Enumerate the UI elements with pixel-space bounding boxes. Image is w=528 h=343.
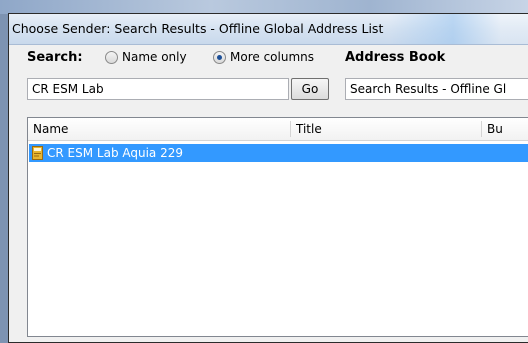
contact-name: CR ESM Lab Aquia 229 <box>47 146 183 160</box>
title-bar[interactable]: Choose Sender: Search Results - Offline … <box>9 14 528 45</box>
address-card-icon <box>32 146 43 160</box>
list-header: Name Title Bu <box>28 118 528 141</box>
search-label: Search: <box>27 50 83 65</box>
column-header-business-phone[interactable]: Bu <box>482 118 528 140</box>
search-options-row: Search: Name only More columns Address B… <box>0 50 528 70</box>
results-list[interactable]: Name Title Bu CR ESM Lab Aquia 229 <box>27 117 528 337</box>
title-bar-gloss <box>389 14 528 44</box>
column-header-name[interactable]: Name <box>28 118 290 140</box>
column-header-title[interactable]: Title <box>291 118 481 140</box>
table-row[interactable]: CR ESM Lab Aquia 229 <box>29 144 528 162</box>
search-input[interactable] <box>27 78 289 100</box>
more-columns-label[interactable]: More columns <box>230 50 314 64</box>
go-button[interactable]: Go <box>291 78 329 100</box>
desktop-backdrop <box>0 0 528 14</box>
name-only-label[interactable]: Name only <box>122 50 187 64</box>
address-book-select[interactable]: Search Results - Offline Gl <box>345 78 528 100</box>
name-only-radio[interactable] <box>105 51 118 64</box>
more-columns-radio[interactable] <box>213 51 226 64</box>
address-book-label: Address Book <box>345 50 446 65</box>
window-title: Choose Sender: Search Results - Offline … <box>12 21 384 36</box>
